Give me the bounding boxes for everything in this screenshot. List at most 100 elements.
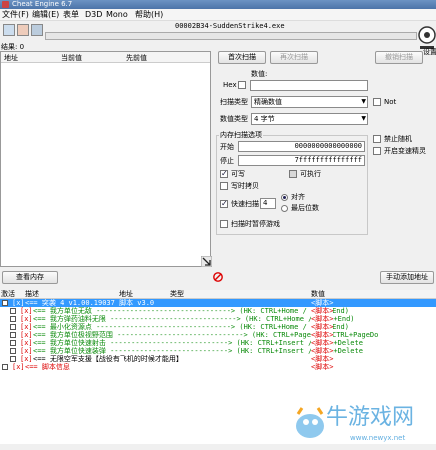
table-row[interactable]: [x] <== 脚本信息 <脚本> (0, 363, 436, 371)
last-digits-label: 最后位数 (291, 204, 319, 212)
add-address-manually-button[interactable]: 手动添加地址 (380, 271, 434, 284)
row-value: <脚本> (311, 299, 334, 307)
settings-label[interactable]: 设置 (423, 48, 436, 57)
menu-edit[interactable]: 编辑(E) (32, 10, 59, 20)
memory-view-button[interactable]: 查看内存 (2, 271, 58, 284)
header-address[interactable]: 地址 (4, 53, 18, 63)
row-description: <== 我方单位无敌 -----------------------------… (33, 307, 349, 315)
open-process-icon[interactable] (3, 24, 15, 36)
align-label: 对齐 (291, 193, 305, 201)
cheat-engine-window: Cheat Engine 6.7 文件(F) 编辑(E) 表单 D3D Mono… (0, 0, 436, 450)
fast-scan-input[interactable]: 4 (260, 198, 276, 209)
menu-bar: 文件(F) 编辑(E) 表单 D3D Mono 帮助(H) (0, 9, 436, 21)
row-active-checkbox[interactable] (10, 356, 16, 362)
speedhack-label: 开启变速精灵 (384, 147, 426, 155)
table-row[interactable]: [x] <== 我方单位极视野范围 -----------------------… (0, 331, 436, 339)
start-label: 开始 (220, 143, 234, 151)
disable-random-checkbox[interactable] (373, 135, 381, 143)
pause-game-checkbox[interactable] (220, 220, 228, 228)
table-row[interactable]: [x] <== 我方单位无敌 --------------------------… (0, 307, 436, 315)
writable-label: 可写 (231, 170, 245, 178)
speedhack-checkbox[interactable] (373, 147, 381, 155)
table-row[interactable]: [x] <== 我方单位快速射击 ------------------------… (0, 339, 436, 347)
first-scan-button[interactable]: 首次扫描 (218, 51, 266, 64)
save-icon[interactable] (31, 24, 43, 36)
scan-type-label: 扫描类型 (220, 98, 248, 106)
row-check-state: [x] (20, 323, 33, 331)
found-address-list[interactable]: 地址 当前值 先前值 (0, 51, 211, 267)
next-scan-button[interactable]: 再次扫描 (270, 51, 318, 64)
row-active-checkbox[interactable] (10, 348, 16, 354)
header-type[interactable]: 类型 (170, 290, 184, 299)
row-active-checkbox[interactable] (10, 308, 16, 314)
memory-options-label: 内存扫描选项 (219, 131, 263, 140)
row-description: <== 突袭 4 v1.00.19037 脚本 v3.0 (25, 299, 155, 307)
row-active-checkbox[interactable] (2, 364, 8, 370)
row-check-state: [x] (12, 363, 25, 371)
header-value[interactable]: 数值 (311, 290, 325, 299)
watermark-text: 牛游戏网 (326, 405, 415, 430)
copy-on-write-checkbox[interactable] (220, 182, 228, 190)
table-row[interactable]: [x] <== 无限空军支援【战役有飞机的时候才能用】 <脚本> (0, 355, 436, 363)
row-active-checkbox[interactable] (10, 340, 16, 346)
table-row[interactable]: [x] <== 最小化资源点 --------------------------… (0, 323, 436, 331)
table-row[interactable]: [x] <== 我方单位快速装弹 ------------------------… (0, 347, 436, 355)
menu-mono[interactable]: Mono (106, 10, 128, 20)
header-description[interactable]: 描述 (25, 290, 39, 299)
stop-icon[interactable] (213, 272, 223, 282)
row-check-state: [x] (20, 355, 33, 363)
table-row[interactable]: [x] <== 突袭 4 v1.00.19037 脚本 v3.0 <脚本> (0, 299, 436, 307)
last-digits-radio[interactable] (281, 205, 288, 212)
cheat-table-header: 激活 描述 地址 类型 数值 (0, 290, 436, 299)
value-type-value: 4 字节 (254, 115, 275, 123)
hex-checkbox[interactable] (238, 81, 246, 89)
row-check-state: [x] (20, 347, 33, 355)
window-title: Cheat Engine 6.7 (12, 0, 73, 8)
menu-file[interactable]: 文件(F) (2, 10, 29, 20)
start-address-input[interactable]: 0000000000000000 (238, 141, 365, 152)
row-value: <脚本> (311, 339, 334, 347)
header-active[interactable]: 激活 (1, 290, 15, 299)
row-value: <脚本> (311, 347, 334, 355)
disable-random-label: 禁止随机 (384, 135, 412, 143)
executable-checkbox[interactable] (289, 170, 297, 178)
table-row[interactable]: [x] <== 我方弹药油料无限 ------------------------… (0, 315, 436, 323)
header-current[interactable]: 当前值 (61, 53, 82, 63)
chevron-down-icon: ▼ (361, 98, 366, 105)
row-value: <脚本> (311, 323, 334, 331)
row-check-state: [x] (20, 331, 33, 339)
row-value: <脚本> (311, 355, 334, 363)
writable-checkbox[interactable] (220, 169, 228, 178)
value-type-label: 数值类型 (220, 115, 248, 123)
row-value: <脚本> (311, 315, 334, 323)
watermark-url: www.newyx.net (350, 434, 406, 442)
row-description: <== 最小化资源点 -----------------------------… (33, 323, 349, 331)
value-label: 数值: (251, 70, 268, 78)
scan-type-select[interactable]: 精确数值 ▼ (251, 96, 368, 108)
menu-table[interactable]: 表单 (63, 10, 79, 20)
header-previous[interactable]: 先前值 (126, 53, 147, 63)
stop-address-input[interactable]: 7fffffffffffffff (238, 155, 365, 166)
pointer-arrow-icon[interactable] (201, 256, 212, 267)
value-type-select[interactable]: 4 字节 ▼ (251, 113, 368, 125)
row-value: <脚本> (311, 307, 334, 315)
row-active-checkbox[interactable] (2, 300, 8, 306)
process-label: 00002B34-SuddenStrike4.exe (175, 22, 285, 30)
menu-d3d[interactable]: D3D (85, 10, 102, 20)
chevron-down-icon: ▼ (361, 115, 366, 122)
undo-scan-button[interactable]: 撤销扫描 (375, 51, 423, 64)
menu-help[interactable]: 帮助(H) (135, 10, 163, 20)
row-active-checkbox[interactable] (10, 332, 16, 338)
app-icon (2, 1, 9, 8)
row-active-checkbox[interactable] (10, 316, 16, 322)
value-input[interactable] (250, 80, 368, 91)
row-value: <脚本> (311, 331, 334, 339)
hex-label: Hex (223, 81, 237, 89)
open-file-icon[interactable] (17, 24, 29, 36)
align-radio[interactable] (281, 194, 288, 201)
not-checkbox[interactable] (373, 98, 381, 106)
executable-label: 可执行 (300, 170, 321, 178)
row-active-checkbox[interactable] (10, 324, 16, 330)
fast-scan-checkbox[interactable] (220, 199, 228, 208)
header-address[interactable]: 地址 (119, 290, 133, 299)
